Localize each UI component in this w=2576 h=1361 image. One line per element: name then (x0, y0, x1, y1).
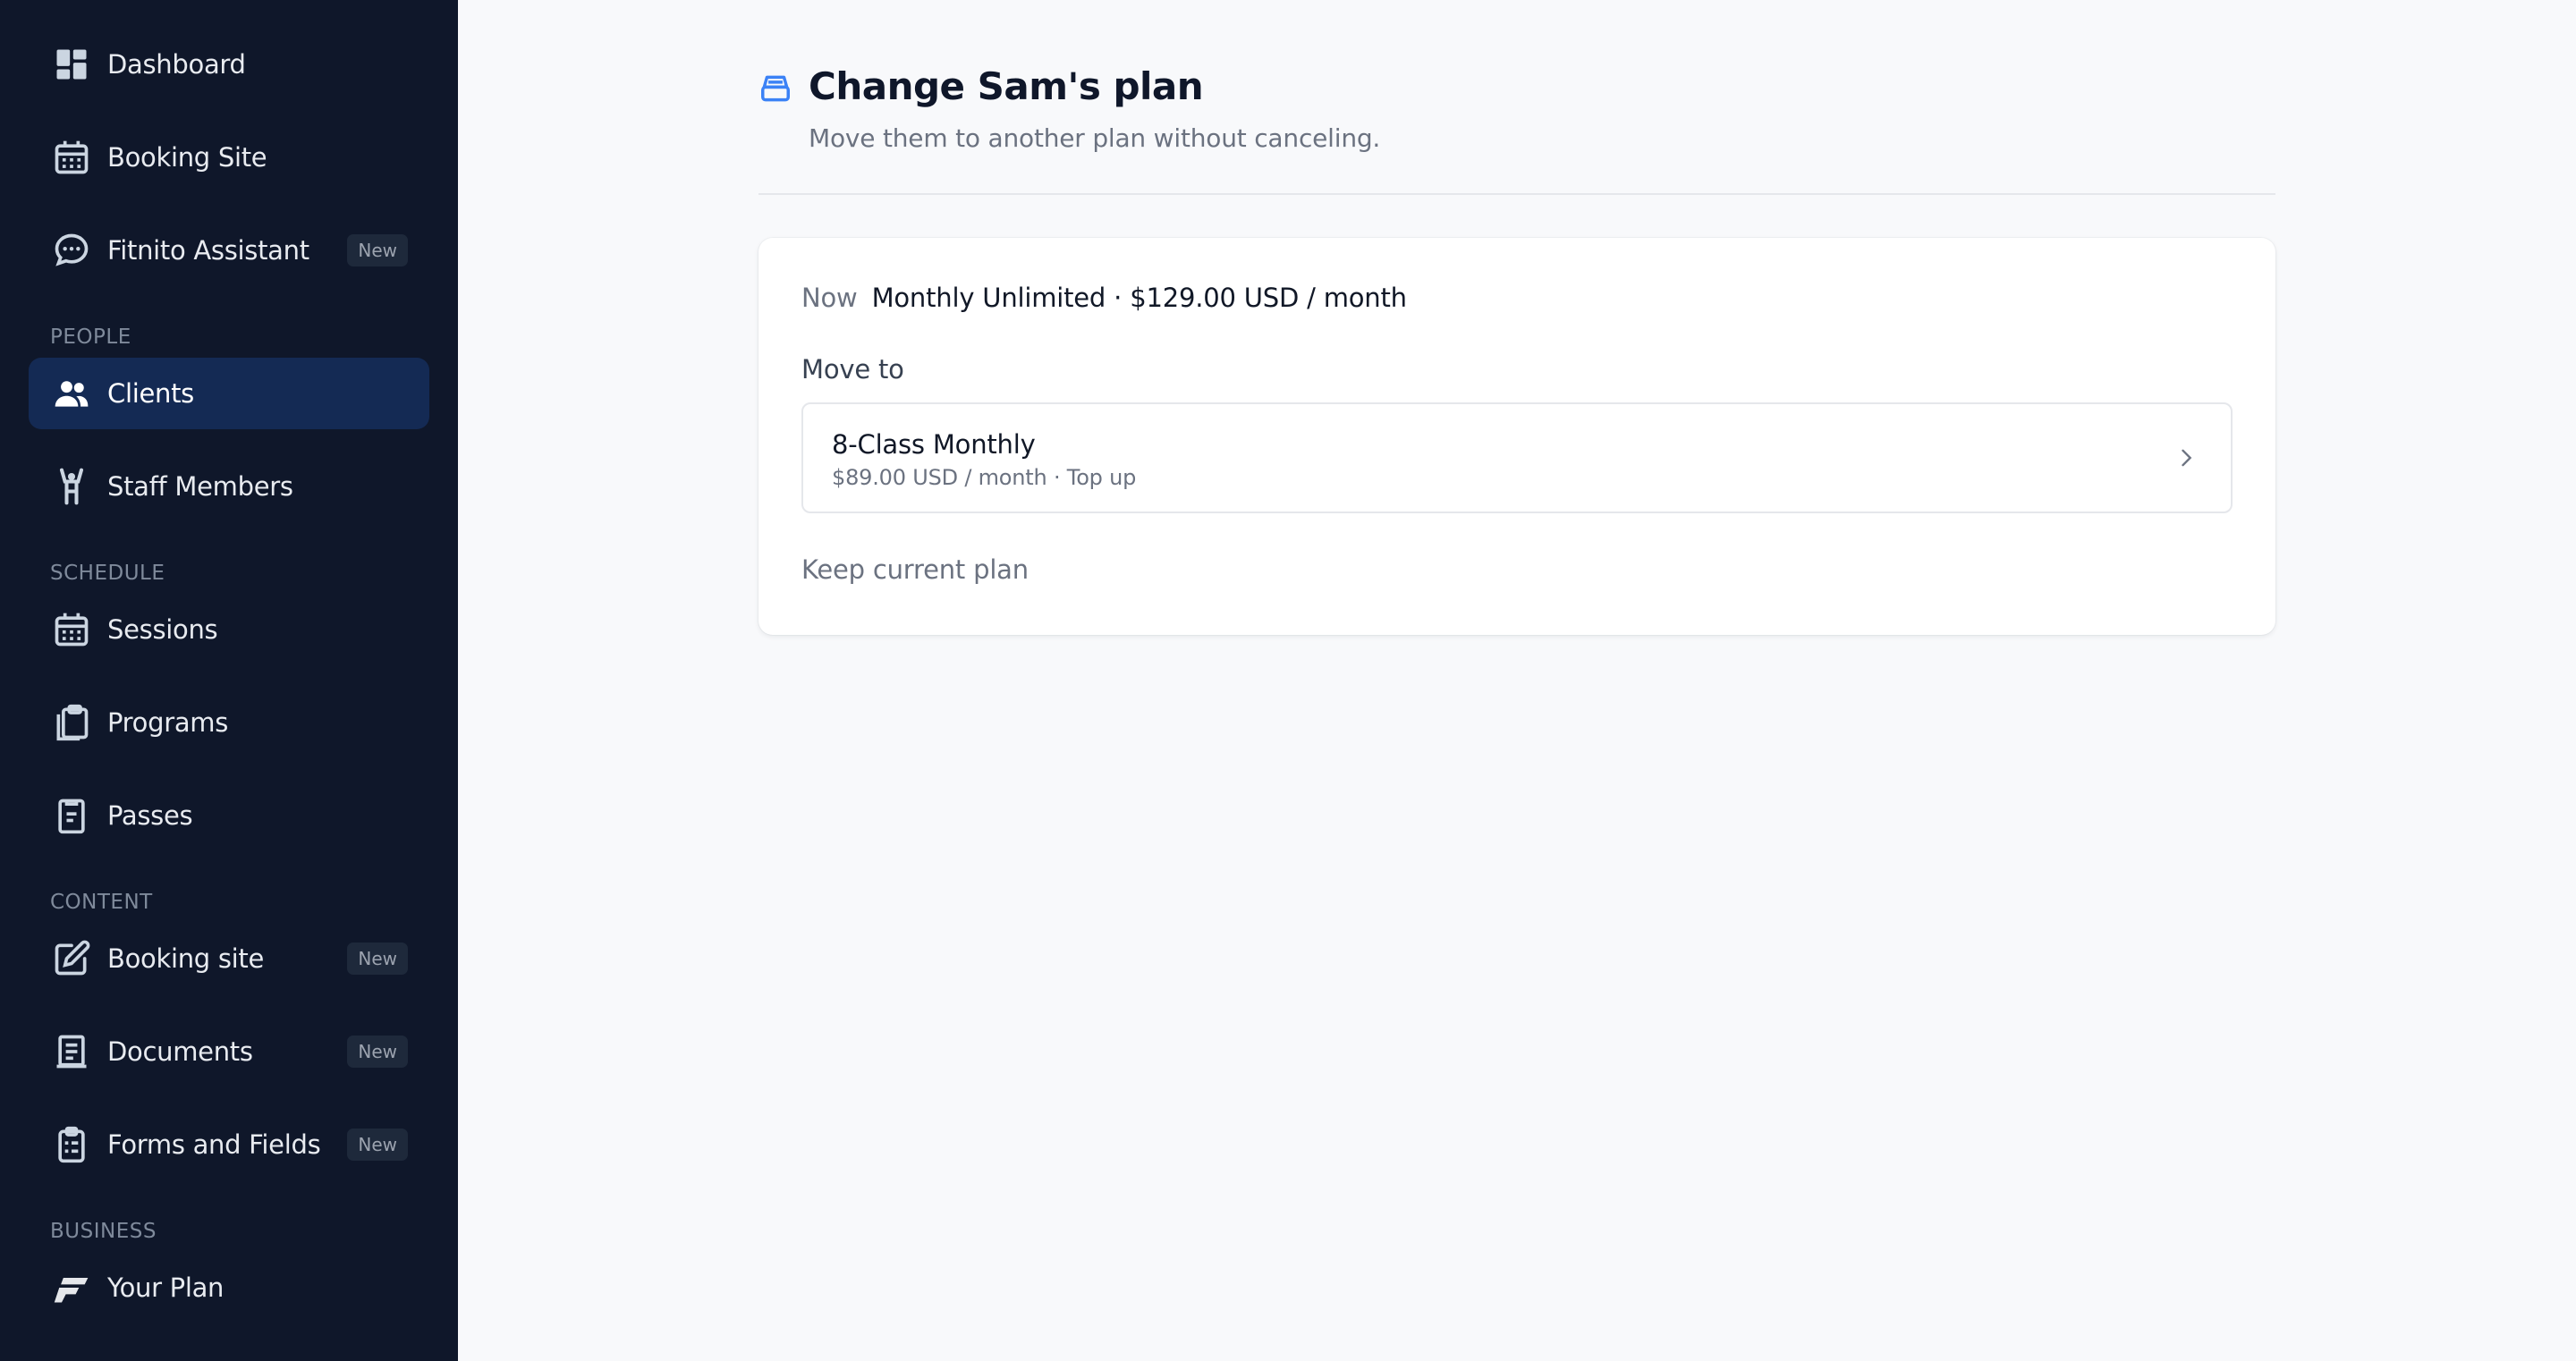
keep-current-plan-link[interactable]: Keep current plan (801, 554, 1029, 585)
sidebar-item-clients[interactable]: Clients (29, 358, 429, 429)
current-plan-value: Monthly Unlimited · $129.00 USD / month (871, 283, 1407, 313)
archive-box-icon (761, 75, 790, 102)
section-label-schedule: SCHEDULE (50, 562, 165, 585)
sidebar-item-label: Clients (107, 378, 194, 409)
brand-logo-icon (52, 1268, 91, 1307)
person-arms-up-icon (52, 467, 91, 506)
sidebar-item-booking-site[interactable]: Booking Site (29, 122, 429, 193)
new-badge: New (347, 234, 408, 266)
page-subtitle: Move them to another plan without cancel… (809, 123, 1381, 153)
sidebar-item-label: Booking site (107, 943, 265, 974)
sidebar-item-booking-site-content[interactable]: Booking site New (29, 923, 429, 994)
page-title: Change Sam's plan (809, 64, 1204, 108)
pass-card-icon (52, 796, 91, 835)
sidebar-item-label: Fitnito Assistant (107, 235, 309, 266)
sidebar-item-label: Staff Members (107, 471, 293, 502)
sidebar: Dashboard Booking Site Fitnito Assistant… (0, 0, 458, 1361)
section-label-business: BUSINESS (50, 1220, 157, 1243)
sidebar-item-label: Programs (107, 707, 229, 738)
document-icon (52, 1032, 91, 1071)
plan-option-8-class-monthly[interactable]: 8-Class Monthly $89.00 USD / month · Top… (801, 402, 2233, 513)
change-plan-card: Now Monthly Unlimited · $129.00 USD / mon… (758, 238, 2275, 635)
calendar-icon (52, 610, 91, 649)
sidebar-item-label: Passes (107, 800, 193, 831)
new-badge: New (347, 943, 408, 975)
section-label-people: PEOPLE (50, 325, 131, 349)
sidebar-item-documents[interactable]: Documents New (29, 1016, 429, 1087)
sidebar-item-programs[interactable]: Programs (29, 687, 429, 758)
current-plan-row: Now Monthly Unlimited · $129.00 USD / mon… (801, 283, 1407, 313)
chat-bubble-icon (52, 231, 91, 270)
sidebar-item-label: Sessions (107, 614, 218, 645)
sidebar-item-staff-members[interactable]: Staff Members (29, 451, 429, 522)
dashboard-icon (52, 45, 91, 84)
plan-option-details: $89.00 USD / month · Top up (832, 465, 1137, 490)
sidebar-item-label: Documents (107, 1036, 253, 1067)
sidebar-item-label: Dashboard (107, 49, 246, 80)
current-plan-label: Now (801, 283, 858, 313)
sidebar-item-forms-and-fields[interactable]: Forms and Fields New (29, 1109, 429, 1180)
plan-option-name: 8-Class Monthly (832, 429, 1036, 460)
header-divider (758, 193, 2275, 195)
sidebar-item-label: Forms and Fields (107, 1129, 321, 1160)
sidebar-item-dashboard[interactable]: Dashboard (29, 29, 429, 100)
new-badge: New (347, 1129, 408, 1161)
section-label-content: CONTENT (50, 891, 153, 914)
form-clipboard-icon (52, 1125, 91, 1164)
sidebar-item-passes[interactable]: Passes (29, 780, 429, 851)
new-badge: New (347, 1036, 408, 1068)
sidebar-item-sessions[interactable]: Sessions (29, 594, 429, 665)
edit-square-icon (52, 939, 91, 978)
chevron-right-icon (2182, 449, 2192, 467)
users-icon (52, 374, 91, 413)
sidebar-item-your-plan[interactable]: Your Plan (29, 1252, 429, 1323)
sidebar-item-fitnito-assistant[interactable]: Fitnito Assistant New (29, 215, 429, 286)
move-to-label: Move to (801, 354, 904, 385)
clipboard-stack-icon (52, 703, 91, 742)
sidebar-item-label: Booking Site (107, 142, 267, 173)
sidebar-item-label: Your Plan (107, 1272, 225, 1303)
calendar-icon (52, 138, 91, 177)
